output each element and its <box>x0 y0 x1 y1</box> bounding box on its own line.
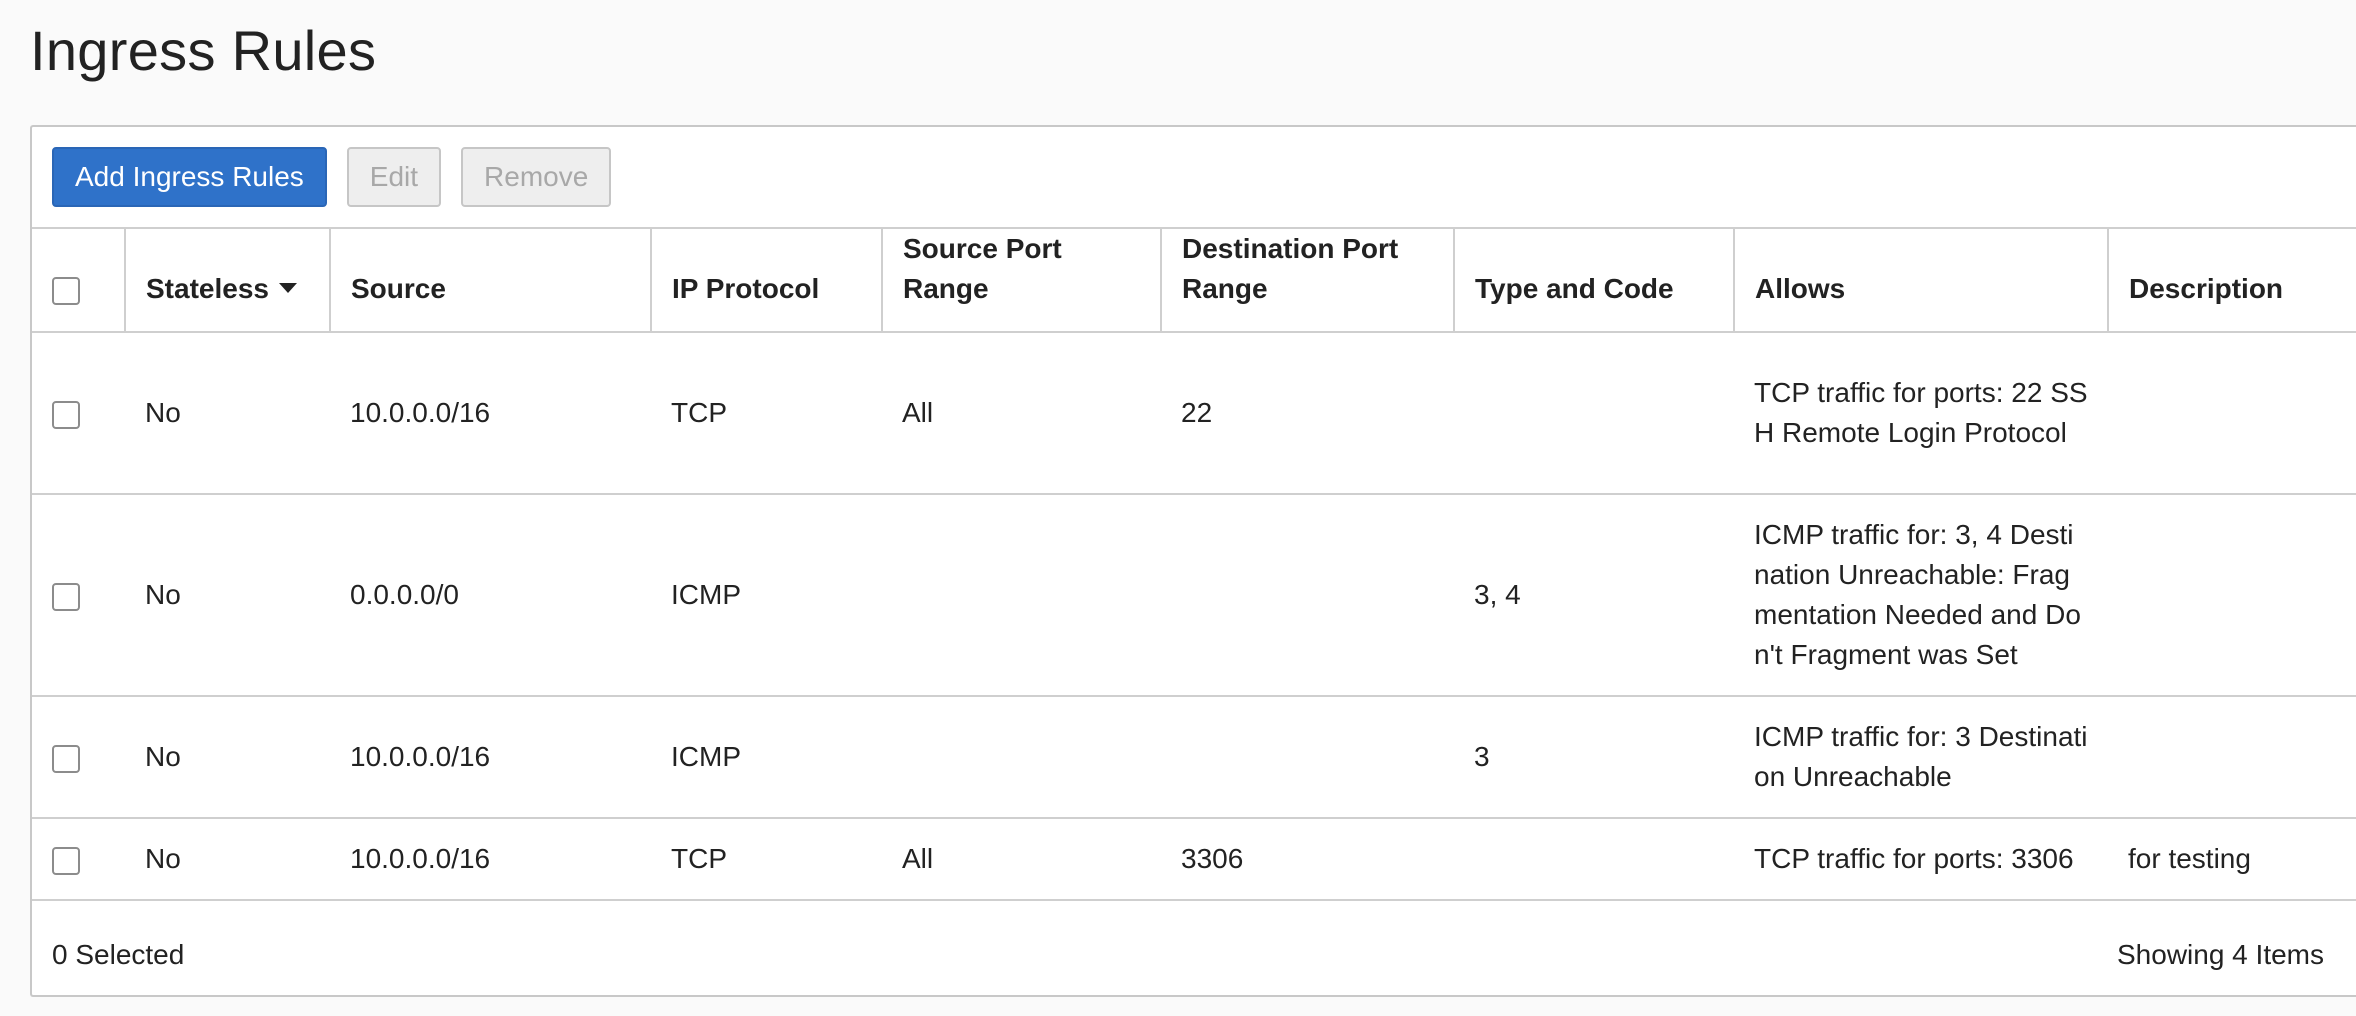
cell-source-port-range <box>882 696 1161 819</box>
cell-description <box>2108 332 2356 495</box>
table-row: No 10.0.0.0/16 ICMP 3 ICMP traffic for: … <box>32 696 2356 819</box>
cell-allows: TCP traffic for ports: 3306 <box>1734 818 2108 901</box>
cell-type-and-code: 3 <box>1454 696 1734 819</box>
cell-stateless: No <box>125 818 330 901</box>
table-row: No 10.0.0.0/16 TCP All 3306 TCP traffic … <box>32 818 2356 901</box>
cell-destination-port-range: 22 <box>1161 332 1454 495</box>
row-select-cell <box>32 494 125 697</box>
column-header-stateless[interactable]: Stateless <box>125 227 331 333</box>
column-header-description: Description <box>2108 227 2356 333</box>
column-header-source: Source <box>330 227 652 333</box>
table-footer: 0 Selected Showing 4 Items <box>32 915 2356 995</box>
cell-stateless: No <box>125 494 330 697</box>
row-checkbox[interactable] <box>52 846 80 875</box>
cell-type-and-code: 3, 4 <box>1454 494 1734 697</box>
cell-allows: TCP traffic for ports: 22 SSH Remote Log… <box>1734 332 2108 495</box>
select-all-checkbox[interactable] <box>52 276 80 305</box>
cell-destination-port-range: 3306 <box>1161 818 1454 901</box>
cell-description: for testing <box>2108 818 2356 901</box>
table-row: No 10.0.0.0/16 TCP All 22 TCP traffic fo… <box>32 332 2356 495</box>
column-header-allows: Allows <box>1734 227 2109 333</box>
toolbar: Add Ingress Rules Edit Remove <box>52 147 612 207</box>
row-checkbox[interactable] <box>52 582 80 611</box>
row-checkbox[interactable] <box>52 744 80 773</box>
item-count: Showing 4 Items <box>2117 939 2324 970</box>
cell-destination-port-range <box>1161 696 1454 819</box>
cell-allows: ICMP traffic for: 3 Destination Unreacha… <box>1734 696 2108 819</box>
cell-source: 0.0.0.0/0 <box>330 494 651 697</box>
cell-ip-protocol: ICMP <box>651 494 882 697</box>
selected-count: 0 Selected <box>52 939 185 970</box>
cell-ip-protocol: ICMP <box>651 696 882 819</box>
cell-ip-protocol: TCP <box>651 332 882 495</box>
cell-type-and-code <box>1454 818 1734 901</box>
cell-stateless: No <box>125 332 330 495</box>
cell-source: 10.0.0.0/16 <box>330 332 651 495</box>
page-title: Ingress Rules <box>30 19 377 82</box>
cell-ip-protocol: TCP <box>651 818 882 901</box>
cell-destination-port-range <box>1161 494 1454 697</box>
select-all-cell <box>32 227 126 333</box>
table-row: No 0.0.0.0/0 ICMP 3, 4 ICMP traffic for:… <box>32 494 2356 697</box>
remove-button[interactable]: Remove <box>461 147 612 207</box>
cell-allows: ICMP traffic for: 3, 4 Destination Unrea… <box>1734 494 2108 697</box>
cell-source: 10.0.0.0/16 <box>330 696 651 819</box>
cell-type-and-code <box>1454 332 1734 495</box>
ingress-rules-table: Stateless Source IP Protocol Source Port… <box>32 227 2356 901</box>
cell-description <box>2108 696 2356 819</box>
ingress-rules-panel: Add Ingress Rules Edit Remove Stateless … <box>30 125 2356 997</box>
column-header-destination-port-range: Destination Port Range <box>1161 227 1455 333</box>
cell-source: 10.0.0.0/16 <box>330 818 651 901</box>
row-select-cell <box>32 332 125 495</box>
add-ingress-rules-button[interactable]: Add Ingress Rules <box>52 147 327 207</box>
column-header-ip-protocol: IP Protocol <box>651 227 883 333</box>
column-header-type-and-code: Type and Code <box>1454 227 1735 333</box>
row-select-cell <box>32 818 125 901</box>
cell-description <box>2108 494 2356 697</box>
cell-source-port-range <box>882 494 1161 697</box>
cell-stateless: No <box>125 696 330 819</box>
caret-down-icon[interactable] <box>278 282 297 293</box>
cell-source-port-range: All <box>882 332 1161 495</box>
column-header-source-port-range: Source Port Range <box>882 227 1162 333</box>
table-header-row: Stateless Source IP Protocol Source Port… <box>32 227 2356 333</box>
cell-source-port-range: All <box>882 818 1161 901</box>
column-header-label: Stateless <box>146 273 269 304</box>
row-checkbox[interactable] <box>52 400 80 429</box>
edit-button[interactable]: Edit <box>346 147 442 207</box>
row-select-cell <box>32 696 125 819</box>
